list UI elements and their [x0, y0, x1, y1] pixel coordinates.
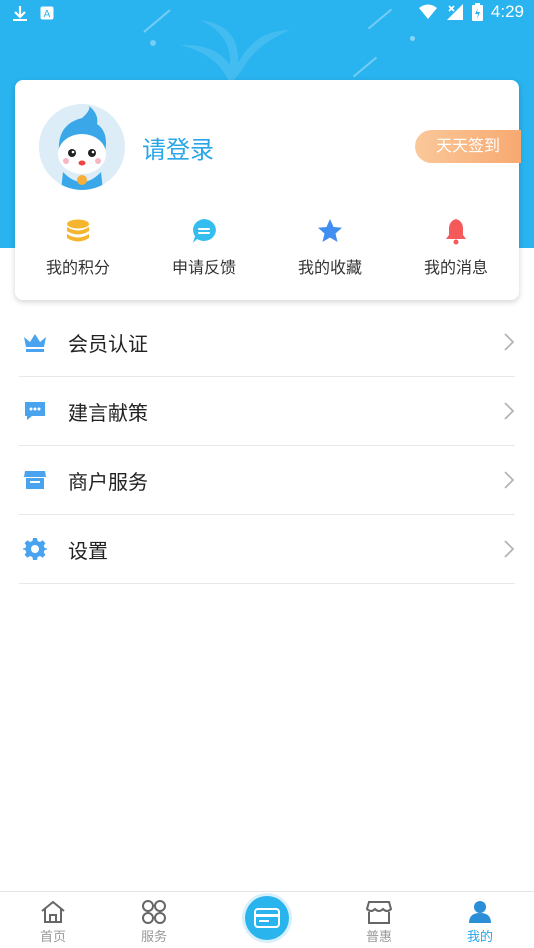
profile-card: 请登录 天天签到 我的积分 申请反馈 我的收藏 我的消息 — [15, 80, 521, 300]
quick-actions: 我的积分 申请反馈 我的收藏 我的消息 — [15, 214, 519, 284]
menu-item-membership[interactable]: 会员认证 — [19, 308, 515, 377]
coins-icon — [67, 219, 89, 242]
menu-item-label: 建言献策 — [68, 402, 148, 425]
chevron-right-icon — [504, 333, 515, 351]
tab-home[interactable]: 首页 — [23, 898, 83, 945]
bottom-tab-bar: 首页 服务 普惠 我的 — [0, 891, 534, 948]
svg-text:A: A — [44, 9, 51, 20]
menu-item-label: 商户服务 — [68, 471, 148, 494]
battery-icon — [471, 3, 483, 21]
quick-action-points[interactable]: 我的积分 — [15, 214, 141, 284]
quick-action-favorites[interactable]: 我的收藏 — [267, 214, 393, 284]
menu-item-merchant[interactable]: 商户服务 — [19, 446, 515, 515]
gear-icon — [23, 538, 47, 560]
app-notification-icon: A — [40, 6, 54, 20]
daily-signin-button[interactable]: 天天签到 — [415, 130, 521, 163]
decor-dot — [410, 36, 415, 41]
status-time: 4:29 — [490, 2, 524, 21]
menu-item-suggestions[interactable]: 建言献策 — [19, 377, 515, 446]
quick-action-messages[interactable]: 我的消息 — [393, 214, 519, 284]
wifi-icon — [418, 4, 437, 19]
menu-item-label: 会员认证 — [68, 333, 148, 356]
chevron-right-icon — [504, 540, 515, 558]
star-icon — [318, 219, 342, 242]
chevron-right-icon — [504, 471, 515, 489]
grid-icon — [142, 900, 166, 924]
quick-action-label: 我的积分 — [45, 260, 110, 277]
chat-bubble-icon — [193, 219, 216, 243]
quick-action-feedback[interactable]: 申请反馈 — [141, 214, 267, 284]
crown-icon — [24, 334, 46, 352]
menu-item-label: 设置 — [68, 540, 108, 563]
tab-label: 普惠 — [365, 929, 392, 944]
card-center-button[interactable] — [245, 896, 289, 940]
avatar[interactable] — [39, 104, 125, 190]
message-icon — [25, 402, 45, 420]
store-icon — [24, 471, 46, 489]
menu-item-settings[interactable]: 设置 — [19, 515, 515, 584]
home-icon — [41, 900, 65, 923]
shop-icon — [365, 901, 393, 924]
status-bar: A 4:29 — [0, 0, 534, 28]
bell-icon — [446, 219, 466, 245]
download-icon — [13, 6, 27, 21]
decor-streak — [352, 56, 378, 78]
card-icon — [254, 908, 280, 928]
profile-screen: A 4:29 请登录 天天签到 我的积分 申请反馈 我的收藏 我的消息 会员认证… — [0, 0, 534, 948]
tab-services[interactable]: 服务 — [124, 898, 184, 945]
settings-menu: 会员认证 建言献策 商户服务 设置 — [19, 308, 515, 584]
signal-icon — [446, 4, 463, 20]
quick-action-label: 我的收藏 — [297, 260, 362, 277]
tab-mine[interactable]: 我的 — [450, 898, 510, 945]
quick-action-label: 我的消息 — [423, 260, 488, 277]
user-icon — [469, 901, 491, 923]
tab-label: 我的 — [466, 929, 493, 944]
chevron-right-icon — [504, 402, 515, 420]
login-prompt[interactable]: 请登录 — [142, 130, 214, 165]
tab-benefits[interactable]: 普惠 — [349, 898, 409, 945]
quick-action-label: 申请反馈 — [171, 260, 236, 277]
decor-dot — [150, 40, 156, 46]
tab-label: 服务 — [140, 929, 167, 944]
tab-label: 首页 — [39, 929, 66, 944]
mascot-avatar-icon — [39, 104, 125, 190]
